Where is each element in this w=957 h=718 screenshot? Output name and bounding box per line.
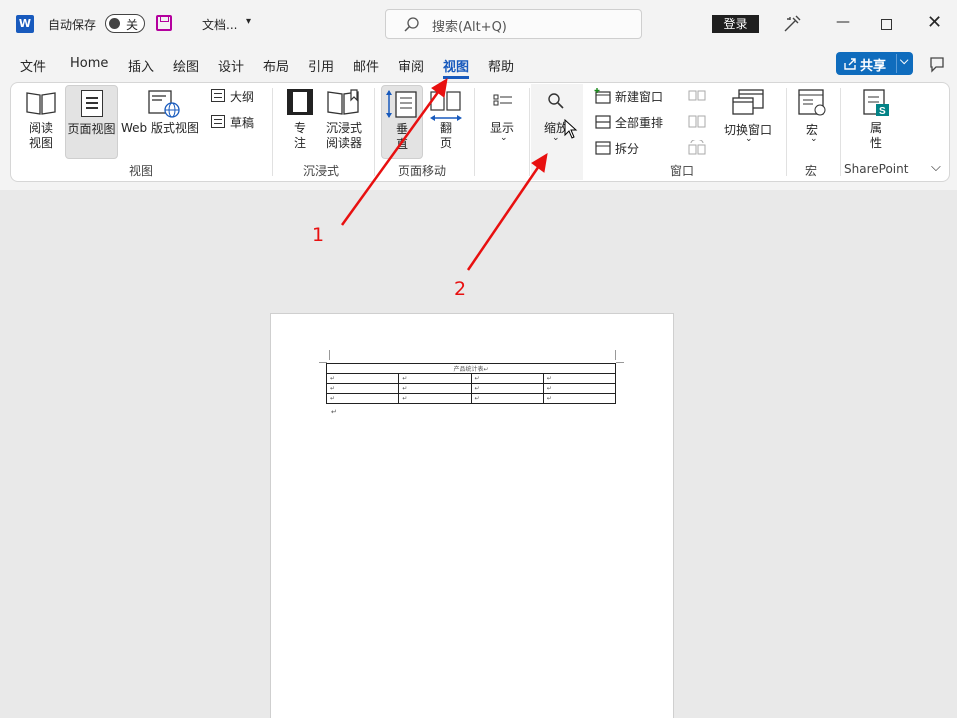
annotation-label-2: 2 — [454, 278, 467, 300]
arrow-1-head — [431, 78, 448, 98]
arrow-1-line — [340, 87, 443, 226]
arrow-2-head — [531, 153, 548, 173]
annotation-label-1: 1 — [312, 224, 325, 246]
arrow-2-line — [466, 162, 543, 271]
annotation-arrows — [340, 78, 548, 271]
